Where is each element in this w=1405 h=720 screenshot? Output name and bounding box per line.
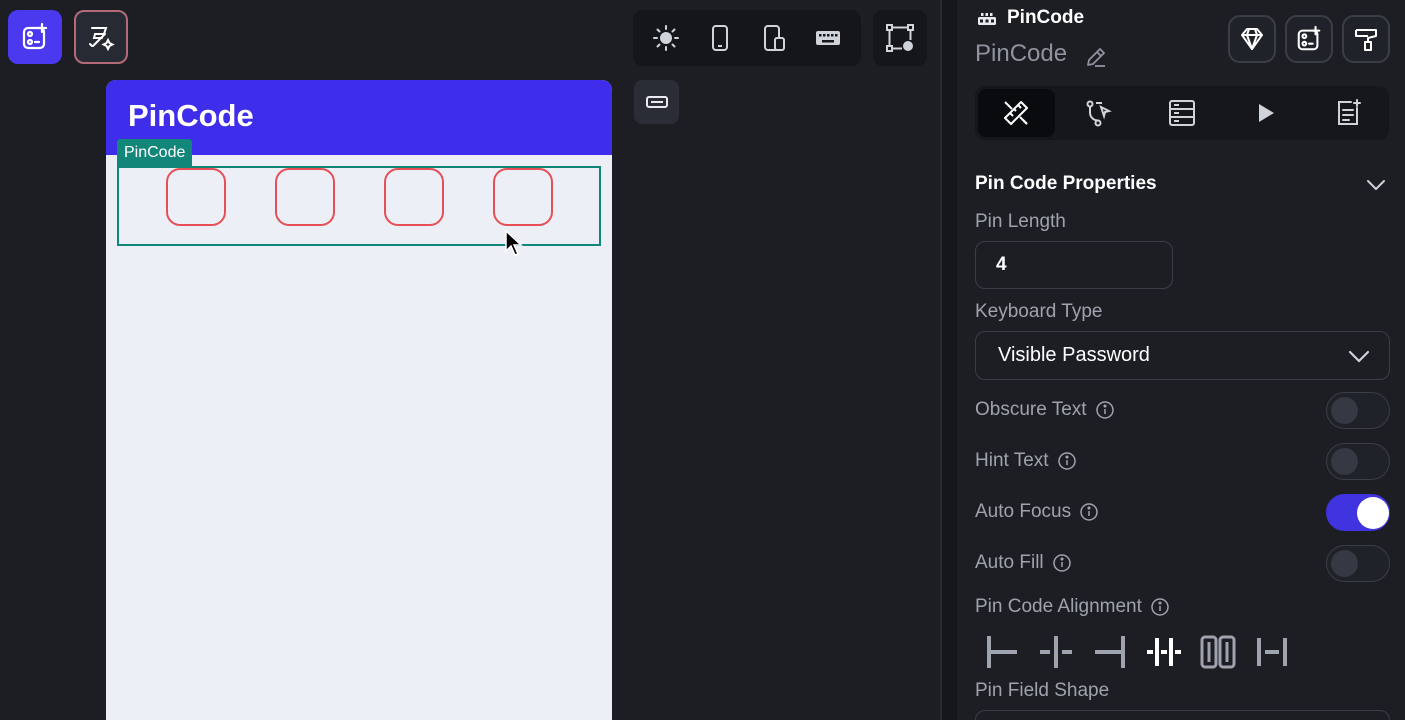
pin-length-input[interactable]: 4 <box>975 241 1173 289</box>
backend-query-icon <box>1168 100 1195 126</box>
keyboard-type-value: Visible Password <box>998 344 1150 366</box>
chevron-down-icon[interactable] <box>1365 174 1387 196</box>
graph-settings-icon <box>886 24 914 52</box>
space-between-icon <box>1257 638 1287 666</box>
auto-focus-toggle[interactable] <box>1326 494 1390 531</box>
info-icon[interactable] <box>1052 553 1072 573</box>
info-icon[interactable] <box>1057 451 1077 471</box>
canvas-toolbar <box>633 10 861 66</box>
phone-preview-button[interactable] <box>700 18 740 58</box>
align-space-evenly-button[interactable] <box>1191 630 1245 674</box>
hint-text-label: Hint Text <box>975 450 1077 472</box>
mouse-cursor-icon <box>505 230 523 256</box>
play-icon <box>1258 104 1274 122</box>
add-widget-icon <box>22 22 48 50</box>
notes-icon <box>1337 99 1361 125</box>
pin-code-alignment-label: Pin Code Alignment <box>975 596 1170 618</box>
space-around-icon <box>1147 638 1181 666</box>
pincode-widget-icon <box>978 13 996 25</box>
obscure-text-toggle[interactable] <box>1326 392 1390 429</box>
phone-icon <box>712 25 728 51</box>
pin-field-shape-dropdown[interactable] <box>975 710 1390 720</box>
info-icon[interactable] <box>1079 502 1099 522</box>
pincode-widget[interactable] <box>117 166 601 246</box>
obscure-text-label: Obscure Text <box>975 399 1115 421</box>
phone-canvas[interactable]: PinCode PinCode <box>106 80 612 720</box>
tab-properties[interactable] <box>978 89 1055 137</box>
add-widget-button[interactable] <box>8 10 62 64</box>
info-icon[interactable] <box>1095 400 1115 420</box>
graph-settings-button[interactable] <box>873 10 927 66</box>
hint-text-toggle[interactable] <box>1326 443 1390 480</box>
keyboard-preview-button[interactable] <box>808 18 848 58</box>
align-space-between-button[interactable] <box>1245 630 1299 674</box>
align-end-icon <box>1095 636 1125 668</box>
widget-outline-button[interactable] <box>634 80 679 124</box>
widget-outline-icon <box>645 96 668 108</box>
info-icon[interactable] <box>1150 597 1170 617</box>
theme-button[interactable] <box>1342 15 1390 63</box>
pin-field-4[interactable] <box>493 168 553 226</box>
keyboard-icon <box>816 31 840 45</box>
pin-field-3[interactable] <box>384 168 444 226</box>
properties-icon <box>1004 101 1029 125</box>
add-widget-panel-button[interactable] <box>1285 15 1333 63</box>
space-evenly-icon <box>1200 635 1236 669</box>
pin-field-2[interactable] <box>275 168 335 226</box>
align-start-button[interactable] <box>975 630 1029 674</box>
actions-icon <box>1086 100 1113 127</box>
align-center-icon <box>1040 636 1072 668</box>
chevron-down-icon <box>1348 350 1370 363</box>
auto-fill-toggle[interactable] <box>1326 545 1390 582</box>
diamond-icon <box>1241 28 1263 50</box>
app-bar-title: PinCode <box>128 98 254 133</box>
selection-tag: PinCode <box>117 139 193 166</box>
magic-design-icon <box>89 27 115 52</box>
align-end-button[interactable] <box>1083 630 1137 674</box>
pin-length-label: Pin Length <box>975 211 1066 232</box>
panel-divider[interactable] <box>940 0 957 720</box>
add-widget-icon <box>1297 25 1321 51</box>
align-center-button[interactable] <box>1029 630 1083 674</box>
align-start-icon <box>987 636 1017 668</box>
brush-icon <box>1355 29 1377 51</box>
widget-type-label: PinCode <box>1007 7 1085 28</box>
light-mode-button[interactable] <box>646 18 686 58</box>
keyboard-type-label: Keyboard Type <box>975 301 1103 322</box>
widget-name[interactable]: PinCode <box>975 40 1067 68</box>
tab-actions[interactable] <box>1061 89 1138 137</box>
tab-backend-query[interactable] <box>1144 89 1221 137</box>
properties-panel: PinCode PinCode Pin Code Properties Pin … <box>957 0 1405 720</box>
magic-design-button[interactable] <box>74 10 128 64</box>
tab-animations[interactable] <box>1226 89 1303 137</box>
widget-header: PinCode <box>976 7 1084 29</box>
align-space-around-button[interactable] <box>1137 630 1191 674</box>
tablet-icon <box>764 25 785 51</box>
edit-name-icon[interactable] <box>1083 44 1109 70</box>
pin-field-shape-label: Pin Field Shape <box>975 680 1110 701</box>
pin-field-1[interactable] <box>166 168 226 226</box>
section-title: Pin Code Properties <box>975 173 1157 194</box>
tab-notes[interactable] <box>1309 89 1386 137</box>
auto-focus-label: Auto Focus <box>975 501 1099 523</box>
auto-fill-label: Auto Fill <box>975 552 1072 574</box>
premium-button[interactable] <box>1228 15 1276 63</box>
tablet-preview-button[interactable] <box>754 18 794 58</box>
panel-tabs <box>975 86 1389 140</box>
alignment-options <box>975 630 1299 674</box>
light-mode-icon <box>653 25 679 51</box>
keyboard-type-dropdown[interactable]: Visible Password <box>975 331 1390 380</box>
